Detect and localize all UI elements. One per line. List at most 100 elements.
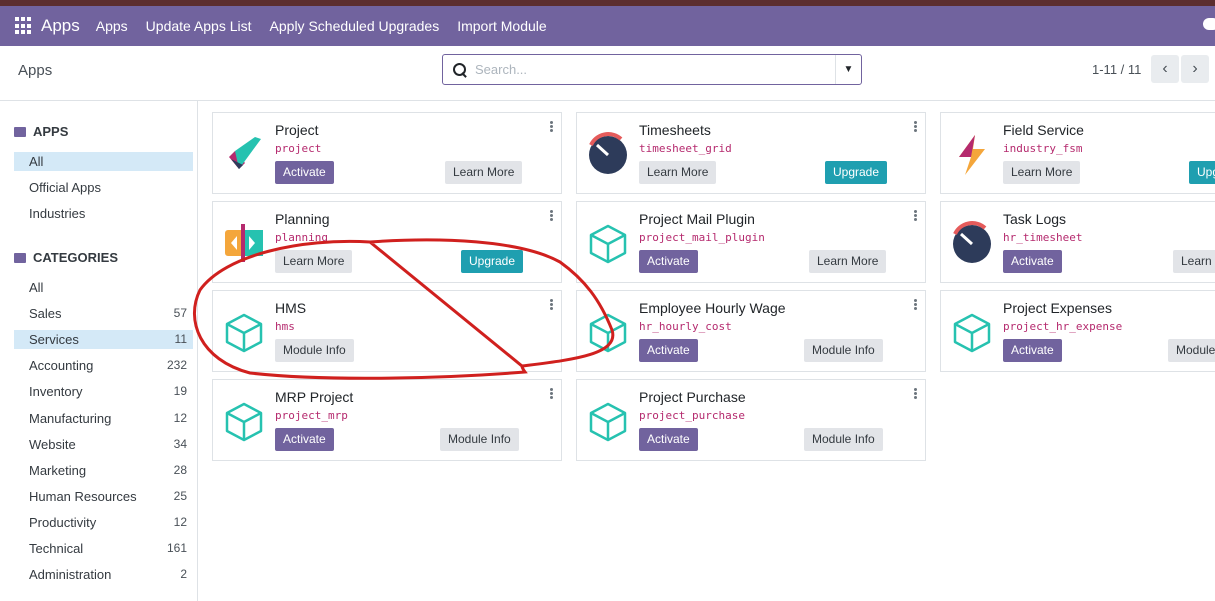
activate-button[interactable]: Activate (275, 428, 334, 451)
sidebar-category-sales[interactable]: Sales 57 (14, 304, 193, 323)
app-title: HMS (275, 300, 307, 316)
app-technical-name: project_purchase (639, 409, 745, 422)
menu-import-module[interactable]: Import Module (457, 18, 546, 34)
app-technical-name: planning (275, 231, 328, 244)
kebab-menu-icon[interactable] (550, 121, 553, 132)
sidebar-category-accounting[interactable]: Accounting 232 (14, 356, 193, 375)
app-technical-name: project_mrp (275, 409, 348, 422)
kebab-menu-icon[interactable] (914, 121, 917, 132)
category-label: Services (29, 332, 79, 348)
pager-value[interactable]: 1-11 / 11 (1092, 62, 1141, 77)
app-card-hms[interactable]: HMS hms Module Info (212, 290, 562, 372)
app-title: Project (275, 122, 319, 138)
app-menu-icon[interactable] (15, 17, 33, 35)
kebab-menu-icon[interactable] (550, 210, 553, 221)
app-card-planning[interactable]: Planning planning Learn More Upgrade (212, 201, 562, 283)
chevron-right-icon[interactable]: › (1181, 55, 1209, 83)
upgrade-button[interactable]: Upgrade (461, 250, 524, 273)
activate-button[interactable]: Activate (639, 339, 698, 362)
category-count: 34 (173, 436, 187, 451)
app-card-project-hr-expense[interactable]: Project Expenses project_hr_expense Activa… (940, 290, 1215, 372)
sidebar-category-human-resources[interactable]: Human Resources 25 (14, 487, 193, 506)
category-label: Accounting (29, 358, 94, 374)
module-info-button[interactable]: Module Info (1168, 339, 1215, 362)
app-card-project[interactable]: Project project Activate Learn More (212, 112, 562, 194)
menu-apps[interactable]: Apps (96, 18, 128, 34)
sidebar-category-technical[interactable]: Technical 161 (14, 539, 193, 558)
app-technical-name: timesheet_grid (639, 142, 732, 155)
activate-button[interactable]: Activate (639, 250, 698, 273)
caret-down-icon[interactable]: ▼ (835, 55, 861, 84)
module-info-button[interactable]: Module Info (440, 428, 519, 451)
activate-button[interactable]: Activate (1003, 250, 1062, 273)
category-label: Marketing (29, 462, 87, 478)
app-card-hr-timesheet[interactable]: Task Logs hr_timesheet Activate Learn More (940, 201, 1215, 283)
search-input[interactable] (475, 62, 825, 77)
kebab-menu-icon[interactable] (550, 299, 553, 310)
category-label: Human Resources (29, 488, 137, 504)
activate-button[interactable]: Activate (1003, 339, 1062, 362)
module-info-button[interactable]: Module Info (275, 339, 354, 362)
app-technical-name: hms (275, 320, 295, 333)
menu-apply-scheduled-upgrades[interactable]: Apply Scheduled Upgrades (270, 18, 440, 34)
sidebar-item-industries[interactable]: Industries (14, 204, 193, 223)
sidebar-category-manufacturing[interactable]: Manufacturing 12 (14, 409, 193, 428)
category-count: 232 (166, 358, 187, 373)
app-title: Planning (275, 211, 330, 227)
app-card-timesheet-grid[interactable]: Timesheets timesheet_grid Learn More Upgrad… (576, 112, 926, 194)
learn-more-button[interactable]: Learn More (275, 250, 353, 273)
apps-section-heading: APPS (14, 124, 68, 139)
chevron-left-icon[interactable]: ‹ (1151, 55, 1179, 83)
learn-more-button[interactable]: Learn More (1003, 161, 1081, 184)
activate-button[interactable]: Activate (275, 161, 334, 184)
learn-more-button[interactable]: Learn More (809, 250, 887, 273)
app-technical-name: industry_fsm (1003, 142, 1083, 155)
module-info-button[interactable]: Module Info (804, 428, 883, 451)
categories-section-heading: CATEGORIES (14, 250, 118, 265)
app-card-project-mrp[interactable]: MRP Project project_mrp Activate Module Inf… (212, 379, 562, 461)
learn-more-button[interactable]: Learn More (1173, 250, 1215, 273)
kebab-menu-icon[interactable] (914, 210, 917, 221)
kebab-menu-icon[interactable] (914, 299, 917, 310)
category-label: Technical (29, 541, 84, 556)
category-label: Website (29, 436, 76, 452)
folder-icon (14, 126, 26, 137)
category-count: 19 (173, 384, 187, 399)
activate-button[interactable]: Activate (639, 428, 698, 451)
filter-sidebar: APPS All Official Apps Industries CATEGO… (0, 101, 198, 601)
sidebar-category-services[interactable]: Services 11 (14, 330, 193, 350)
app-card-industry-fsm[interactable]: Field Service industry_fsm Learn More Upgra… (940, 112, 1215, 194)
search-icon (453, 62, 467, 77)
module-info-button[interactable]: Module Info (804, 339, 883, 362)
control-panel: Apps ▼ 1-11 / 11 ‹ › (0, 46, 1215, 101)
menu-update-apps-list[interactable]: Update Apps List (146, 18, 252, 34)
app-title: MRP Project (275, 389, 354, 405)
brand-title[interactable]: Apps (41, 16, 80, 36)
app-card-project-purchase[interactable]: Project Purchase project_purchase Activate… (576, 379, 926, 461)
sidebar-category-all[interactable]: All (14, 278, 193, 297)
sidebar-item-official-apps[interactable]: Official Apps (14, 178, 193, 197)
kebab-menu-icon[interactable] (550, 388, 553, 399)
app-card-project-mail-plugin[interactable]: Project Mail Plugin project_mail_plugin Ac… (576, 201, 926, 283)
sidebar-category-productivity[interactable]: Productivity 12 (14, 513, 193, 532)
field-service-icon (949, 131, 995, 177)
upgrade-button[interactable]: Upgrade (1189, 161, 1215, 184)
kebab-menu-icon[interactable] (914, 388, 917, 399)
upgrade-button[interactable]: Upgrade (825, 161, 888, 184)
chat-icon[interactable] (1203, 18, 1215, 30)
learn-more-button[interactable]: Learn More (639, 161, 717, 184)
sidebar-category-website[interactable]: Website 34 (14, 435, 193, 454)
category-label: Inventory (29, 384, 83, 400)
app-title: Employee Hourly Wage (639, 300, 786, 316)
sidebar-category-administration[interactable]: Administration 2 (14, 565, 193, 584)
sidebar-category-inventory[interactable]: Inventory 19 (14, 382, 193, 401)
learn-more-button[interactable]: Learn More (445, 161, 523, 184)
categories-heading: CATEGORIES (33, 250, 118, 265)
app-title: Field Service (1003, 122, 1084, 138)
category-count: 57 (173, 306, 187, 321)
app-card-hr-hourly-cost[interactable]: Employee Hourly Wage hr_hourly_cost Activa… (576, 290, 926, 372)
sidebar-item-all-apps[interactable]: All (14, 152, 193, 171)
category-count: 25 (173, 488, 187, 503)
sidebar-category-marketing[interactable]: Marketing 28 (14, 461, 193, 480)
category-count: 161 (166, 541, 187, 555)
